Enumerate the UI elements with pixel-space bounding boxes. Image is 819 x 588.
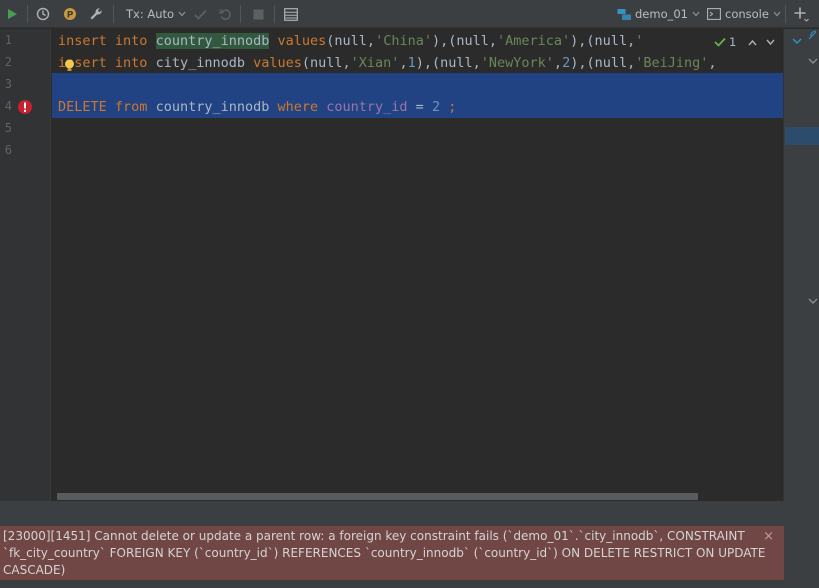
console-label: console [725,7,769,21]
code-token: 'BeiJing' [635,55,709,71]
toolbar-separator [785,5,786,23]
code-line-4[interactable]: DELETE from country_innodb where country… [58,96,456,118]
code-token: 'NewYork' [480,55,554,71]
scroll-position-marker[interactable] [785,127,819,145]
code-token: (null, [301,55,351,71]
rollback-icon[interactable] [216,0,234,28]
results-table-icon[interactable] [282,0,300,28]
settings-wrench-icon[interactable] [87,0,105,28]
right-tool-stripe [783,29,819,501]
add-icon[interactable] [791,0,811,28]
code-token: ),(null, [570,55,636,71]
console-icon [707,8,721,20]
line-gutter: 1 2 3 4 5 6 [0,29,51,501]
datasource-dropdown[interactable]: demo_01 [617,0,700,28]
line-number: 2 [4,55,12,69]
tx-mode-label: Tx: Auto [126,7,175,21]
code-token: 2 [431,99,441,115]
code-token: 2 [562,55,571,71]
chevron-down-icon [178,11,186,17]
horizontal-scrollbar[interactable] [57,493,698,500]
code-token: values [277,33,327,49]
code-token: 'China' [375,33,432,49]
code-token: values [253,55,302,71]
code-token: 'America' [497,33,571,49]
inspection-count: 1 [729,35,737,49]
code-token: 'Xian' [350,55,400,71]
code-token: , [399,55,408,71]
collapse-icon[interactable] [792,33,802,47]
toolbar-separator [27,5,28,23]
line-number: 3 [4,77,12,91]
chevron-down-icon [692,11,700,17]
toolbar-separator [274,5,275,23]
code-token: 1 [407,55,416,71]
corner-panel [784,526,819,580]
chevron-down-icon [773,11,781,17]
code-token: into [114,33,148,49]
code-token: into [114,55,148,71]
line-number: 1 [4,33,12,47]
code-token: = [407,99,432,115]
output-pane [0,501,819,526]
profile-icon[interactable]: P [61,0,79,28]
code-token: where [277,99,319,115]
code-token: ),(null, [431,33,498,49]
history-icon[interactable] [34,0,52,28]
check-icon [714,37,726,47]
chevron-down-icon[interactable] [808,293,818,307]
code-token: insert [58,33,107,49]
datasource-icon [617,8,631,20]
intention-bulb-icon[interactable] [64,59,75,75]
chevron-down-icon[interactable] [766,39,775,46]
code-token: from [114,99,148,115]
line-number: 5 [4,121,12,135]
code-token: country_innodb [155,33,270,49]
code-token: ' [635,33,644,49]
code-token: ),(null, [415,55,481,71]
code-token: , [708,55,717,71]
code-token: (null, [326,33,376,49]
console-dropdown[interactable]: console [707,0,781,28]
editor-toolbar: P Tx: Auto demo_01 console [0,0,819,28]
code-token: ; [448,99,457,115]
chevron-up-icon[interactable] [748,39,757,46]
chevron-down-icon[interactable] [808,53,818,67]
run-icon[interactable] [3,0,21,28]
sql-editor[interactable]: insert into country_innodb values(null,'… [52,29,783,501]
feather-icon [808,29,818,43]
error-message: [23000][1451] Cannot delete or update a … [3,529,766,577]
svg-text:P: P [67,11,74,21]
code-token: city_innodb [147,55,254,71]
commit-icon[interactable] [191,0,209,28]
line-number: 6 [4,143,12,157]
toolbar-separator [240,5,241,23]
status-strip [0,580,819,588]
datasource-label: demo_01 [635,7,688,21]
inspection-widget[interactable]: 1 [710,29,780,55]
close-icon[interactable]: × [763,528,774,545]
code-token: country_id [326,99,408,115]
code-token: ),(null, [570,33,636,49]
code-line-2[interactable]: insert into city_innodb values(null,'Xia… [58,52,717,74]
stop-icon[interactable] [249,0,267,28]
line-number: 4 [4,99,12,113]
error-notification: [23000][1451] Cannot delete or update a … [0,526,784,580]
code-token: DELETE [58,99,107,115]
code-token: country_innodb [147,99,278,115]
tx-mode-dropdown[interactable]: Tx: Auto [126,0,186,28]
code-line-1[interactable]: insert into country_innodb values(null,'… [58,30,643,52]
toolbar-separator [113,5,114,23]
code-token: , [553,55,563,71]
error-marker-icon[interactable] [17,99,33,118]
